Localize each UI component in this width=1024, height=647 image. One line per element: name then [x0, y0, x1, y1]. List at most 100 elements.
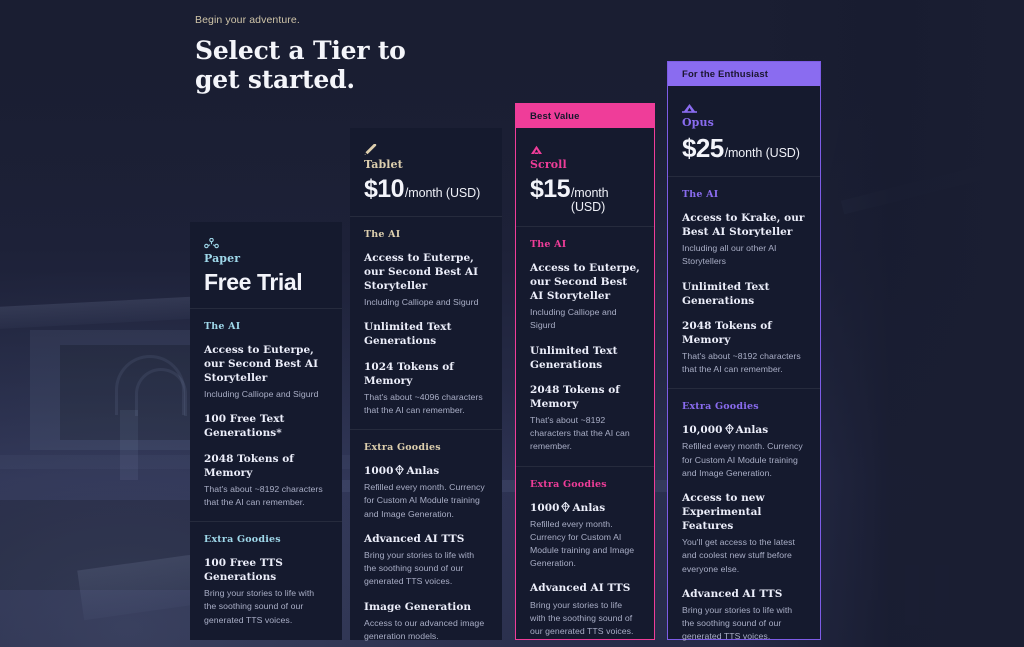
tier-header-opus: Opus $25/month (USD): [668, 86, 820, 177]
anlas-amount: 10,000: [682, 424, 723, 437]
feature-subtext: That's about ~4096 characters that the A…: [364, 391, 483, 415]
feature-subtext: Including all our other AI Storytellers: [682, 243, 777, 267]
tier-card-opus[interactable]: For the Enthusiast Opus $25/month (USD) The…: [667, 61, 821, 641]
anlas-amount: 1000: [530, 501, 560, 514]
feature-item: Access to Euterpe, our Second Best AI St…: [204, 343, 328, 401]
feature-title: Access to Euterpe, our Second Best AI St…: [364, 252, 479, 293]
feature-title: Access to Euterpe, our Second Best AI St…: [204, 344, 319, 385]
tier-body-opus: Opus $25/month (USD) The AI Access to Krake…: [668, 86, 820, 641]
feature-item: Unlimited Text Generations: [530, 344, 640, 372]
tier-card-paper[interactable]: Paper Free Trial The AI Access to Euterpe, …: [190, 222, 342, 647]
tier-cta-wrap: Get Started for Free▶: [190, 637, 342, 647]
tier-name-paper: Paper: [204, 252, 241, 265]
feature-item: 1000 Anlas Refilled every month. Currency …: [530, 501, 640, 571]
tier-price-suffix: /month (USD): [570, 186, 609, 214]
feature-subtext: That's about ~8192 characters that the A…: [530, 414, 630, 452]
feature-title: 2048 Tokens of Memory: [204, 452, 294, 479]
section-title: Extra Goodies: [682, 401, 759, 413]
feature-subtext: Access to our advanced image generation …: [364, 617, 485, 641]
feature-item: Advanced AI TTS Bring your stories to lif…: [682, 587, 806, 644]
tier-body-paper: Paper Free Trial The AI Access to Euterpe, …: [190, 222, 342, 647]
feature-item: 2048 Tokens of Memory That's about ~8192 …: [204, 452, 328, 510]
feature-subtext: Bring your stories to life with the soot…: [204, 588, 315, 625]
anlas-label: Anlas: [406, 465, 440, 478]
pricing-page: Begin your adventure. Select a Tier to g…: [0, 0, 1024, 647]
anlas-label: Anlas: [572, 501, 606, 514]
page-title-line-1: Select a Tier to: [195, 36, 406, 65]
tier-banner-opus: For the Enthusiast: [668, 62, 820, 86]
feature-title: Unlimited Text Generations: [364, 321, 452, 348]
feature-item: Access to Euterpe, our Second Best AI St…: [364, 251, 488, 309]
anlas-amount: 1000: [364, 465, 394, 478]
tier-section: The AI Access to Euterpe, our Second Best…: [350, 217, 502, 421]
feature-subtext: Including Calliope and Sigurd: [204, 389, 319, 400]
tier-card-scroll[interactable]: Best Value Scroll $15/month (USD) The AI Acc…: [515, 103, 655, 640]
feature-item: 2048 Tokens of Memory That's about ~8192 …: [530, 383, 640, 454]
feature-item: 10,000 Anlas Refilled every month. Currenc…: [682, 423, 806, 480]
section-title: Extra Goodies: [530, 478, 607, 490]
tier-name-opus: Opus: [682, 116, 714, 129]
section-title: Extra Goodies: [364, 442, 441, 454]
feature-item: Advanced AI TTS Bring your stories to lif…: [530, 581, 640, 638]
feature-subtext: Bring your stories to life with the soot…: [682, 604, 793, 642]
page-title-line-2: get started.: [195, 65, 355, 94]
tier-name-tablet: Tablet: [364, 158, 403, 171]
feature-item: 100 Free TTS Generations Bring your stori…: [204, 556, 328, 627]
tier-section: The AI Access to Euterpe, our Second Best…: [516, 227, 654, 458]
tier-price: $15: [530, 175, 571, 203]
scroll-tier-icon: [530, 142, 640, 155]
anlas-icon: [559, 501, 572, 514]
intro-eyebrow: Begin your adventure.: [195, 14, 300, 26]
tier-banner-label: Best Value: [530, 110, 580, 122]
feature-title: 100 Free Text Generations*: [204, 413, 285, 440]
feature-title: Image Generation: [364, 600, 472, 613]
tier-section: The AI Access to Krake, our Best AI Story…: [668, 177, 820, 380]
tier-banner-label: For the Enthusiast: [682, 68, 769, 80]
feature-title: Advanced AI TTS: [530, 582, 631, 595]
feature-title: Access to Krake, our Best AI Storyteller: [682, 212, 805, 239]
feature-title: Access to new Experimental Features: [682, 491, 765, 533]
feature-title: 100 Free TTS Generations: [204, 557, 283, 584]
section-title: The AI: [530, 239, 567, 250]
tier-section: Extra Goodies 10,000 Anlas Refilled every m…: [668, 388, 820, 647]
paper-tier-icon: [204, 236, 328, 249]
section-title: The AI: [204, 321, 241, 332]
tier-free-title: Free Trial: [204, 269, 303, 295]
section-title: The AI: [682, 189, 719, 200]
feature-subtext: Refilled every month. Currency for Custo…: [530, 518, 635, 569]
anlas-label: Anlas: [735, 424, 769, 437]
tier-price-row-scroll: $15/month (USD): [530, 175, 640, 214]
section-title: Extra Goodies: [204, 534, 281, 546]
feature-item: 100 Free Text Generations*: [204, 412, 328, 440]
tier-price-row-tablet: $10/month (USD): [364, 175, 488, 204]
feature-title: Advanced AI TTS: [682, 587, 783, 600]
tier-price-suffix: /month (USD): [404, 186, 481, 200]
feature-item: 1000 Anlas Refilled every month. Currency …: [364, 464, 488, 521]
feature-item: 1024 Tokens of Memory That's about ~4096 …: [364, 360, 488, 418]
intro-block: Begin your adventure. Select a Tier to g…: [195, 14, 615, 94]
feature-item: Unlimited Text Generations: [364, 320, 488, 348]
page-title: Select a Tier to get started.: [195, 36, 615, 94]
tier-price: $25: [682, 133, 724, 163]
feature-title: Access to Euterpe, our Second Best AI St…: [530, 262, 640, 303]
section-title: The AI: [364, 229, 401, 240]
feature-title: 2048 Tokens of Memory: [682, 319, 772, 346]
feature-item: Access to new Experimental Features You'l…: [682, 491, 806, 576]
tier-section: The AI Access to Euterpe, our Second Best…: [190, 309, 342, 513]
feature-item: 2048 Tokens of Memory That's about ~8192 …: [682, 319, 806, 377]
tier-header-tablet: Tablet $10/month (USD): [350, 128, 502, 217]
feature-subtext: Including Calliope and Sigurd: [364, 297, 479, 308]
tier-section: Extra Goodies 1000 Anlas Refilled every mon…: [350, 429, 502, 647]
feature-subtext: That's about ~8192 characters that the A…: [204, 483, 323, 507]
tier-card-tablet[interactable]: Tablet $10/month (USD) The AI Access to Eut…: [350, 128, 502, 641]
opus-tier-icon: [682, 100, 806, 113]
feature-title: Advanced AI TTS: [364, 532, 465, 545]
tier-body-tablet: Tablet $10/month (USD) The AI Access to Eut…: [350, 128, 502, 641]
feature-title: Unlimited Text Generations: [530, 344, 618, 371]
tier-price-row-opus: $25/month (USD): [682, 133, 806, 164]
feature-item: Image Generation Access to our advanced i…: [364, 600, 488, 644]
feature-subtext: You'll get access to the latest and cool…: [682, 537, 795, 574]
tier-name-scroll: Scroll: [530, 158, 567, 171]
tier-price-suffix: /month (USD): [724, 146, 800, 160]
feature-subtext: Including Calliope and Sigurd: [530, 307, 617, 331]
